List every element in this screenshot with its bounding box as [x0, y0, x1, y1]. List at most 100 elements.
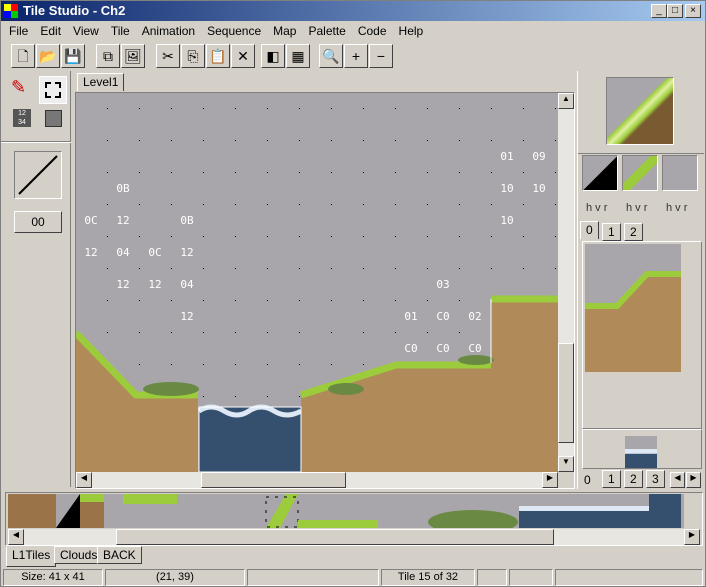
tileset-scroll-thumb[interactable]	[116, 529, 554, 545]
sequence-tab-3[interactable]: 3	[646, 470, 665, 488]
map-tile-label: 10	[532, 182, 546, 195]
map-tile-label: 04	[116, 246, 130, 259]
save-button[interactable]: 💾	[61, 44, 85, 68]
grid-button[interactable]: ▦	[286, 44, 310, 68]
divider	[1, 141, 71, 143]
tool-panel: ✎ 12 34 00	[1, 71, 71, 487]
pattern-tab-1[interactable]: 1	[602, 223, 621, 241]
scroll-up-arrow[interactable]: ▲	[558, 93, 574, 109]
select-tool-button[interactable]	[39, 76, 67, 104]
map-tile-label: 12	[116, 214, 130, 227]
menu-sequence[interactable]: Sequence	[201, 21, 267, 41]
sequence-tab-1[interactable]: 1	[602, 470, 621, 488]
scroll-right-arrow[interactable]: ▶	[684, 529, 700, 545]
pencil-icon[interactable]: ✎	[11, 77, 26, 98]
menu-code[interactable]: Code	[352, 21, 393, 41]
map-tile-label: 10	[500, 214, 514, 227]
selection-icon	[45, 82, 61, 98]
menu-animation[interactable]: Animation	[136, 21, 201, 41]
tileset-panel[interactable]: ◀ ▶	[5, 492, 703, 546]
zoom-in-button[interactable]: +	[344, 44, 368, 68]
line-tool-preview[interactable]	[14, 151, 62, 199]
fill-color-icon[interactable]	[45, 110, 62, 127]
new-button[interactable]: 🗋	[11, 44, 35, 68]
flip-options-3[interactable]: h v r	[666, 202, 687, 214]
flip-options-1[interactable]: h v r	[586, 202, 607, 214]
copy-button[interactable]: ⎘	[181, 44, 205, 68]
map-tile-label: C0	[404, 342, 418, 355]
horizontal-scroll-thumb[interactable]	[201, 472, 346, 488]
copy-tile-button[interactable]: ⧉	[96, 44, 120, 68]
status-tile: Tile 15 of 32	[381, 569, 475, 586]
scroll-left-arrow[interactable]: ◀	[76, 472, 92, 488]
map-tile-label: 09	[532, 150, 546, 163]
tab-back[interactable]: BACK	[97, 546, 142, 564]
tab-clouds[interactable]: Clouds	[54, 546, 104, 564]
menu-palette[interactable]: Palette	[302, 21, 351, 41]
tile-slot-1[interactable]	[582, 155, 618, 191]
menu-file[interactable]: File	[3, 21, 34, 41]
map-tile-label: 12	[148, 278, 162, 291]
zoom-button[interactable]: 🔍	[319, 44, 343, 68]
map-tile-label: 12	[180, 310, 194, 323]
import-button[interactable]: 🖼	[121, 44, 145, 68]
sequence-tab-2[interactable]: 2	[624, 470, 643, 488]
tab-level1[interactable]: Level1	[77, 73, 125, 91]
map-tile-label: 01	[500, 150, 514, 163]
value-button[interactable]: 00	[14, 211, 62, 233]
tileset-scrollbar[interactable]: ◀ ▶	[8, 529, 700, 545]
menu-map[interactable]: Map	[267, 21, 302, 41]
current-tile-preview	[606, 77, 674, 145]
map-editor[interactable]: 01 09 0B 10 10 0C 12 0B 10 12 04 0C 12 12 12 04 03 12 01 C0…	[75, 92, 575, 489]
sequence-preview	[625, 436, 657, 468]
vertical-scrollbar[interactable]: ▲ ▼	[558, 93, 574, 472]
tile-slot-3[interactable]	[662, 155, 698, 191]
menu-edit[interactable]: Edit	[34, 21, 67, 41]
tile-number-icon[interactable]: 12 34	[13, 109, 31, 127]
flip-options-2[interactable]: h v r	[626, 202, 647, 214]
horizontal-scrollbar[interactable]: ◀ ▶	[76, 472, 558, 488]
paste-button[interactable]: 📋	[206, 44, 230, 68]
cut-button[interactable]: ✂	[156, 44, 180, 68]
pattern-tab-0[interactable]: 0	[580, 221, 599, 239]
map-tile-label: 12	[180, 246, 194, 259]
menu-help[interactable]: Help	[393, 21, 430, 41]
maximize-button[interactable]: □	[667, 4, 683, 18]
pattern-tab-2[interactable]: 2	[624, 223, 643, 241]
vertical-scroll-thumb[interactable]	[558, 343, 574, 443]
window-title: Tile Studio - Ch2	[23, 3, 126, 18]
map-tile-label: 01	[404, 310, 418, 323]
map-tile-label: 0B	[116, 182, 130, 195]
tab-scroll-left[interactable]: ◀	[670, 472, 685, 488]
minimize-button[interactable]: _	[651, 4, 667, 18]
tileset-strip[interactable]	[8, 494, 684, 528]
status-empty-2	[477, 569, 507, 586]
sequence-area[interactable]	[582, 429, 702, 469]
right-panel: h v r h v r h v r 0 1 2 0 1 2 3 ◀ ▶	[577, 71, 704, 489]
map-tile-label: 02	[468, 310, 482, 323]
zoom-out-button[interactable]: −	[369, 44, 393, 68]
map-tile-label: 10	[500, 182, 514, 195]
status-empty-1	[247, 569, 379, 586]
scroll-down-arrow[interactable]: ▼	[558, 456, 574, 472]
delete-button[interactable]: ✕	[231, 44, 255, 68]
line-icon	[18, 155, 58, 195]
sequence-tab-0[interactable]: 0	[584, 473, 591, 487]
scroll-left-arrow[interactable]: ◀	[8, 529, 24, 545]
close-button[interactable]: ×	[685, 4, 701, 18]
tab-l1tiles[interactable]: L1Tiles	[6, 547, 57, 567]
layer-button[interactable]: ◧	[261, 44, 285, 68]
menu-bar: File Edit View Tile Animation Sequence Map Pale…	[1, 21, 429, 41]
menu-view[interactable]: View	[67, 21, 105, 41]
open-button[interactable]: 📂	[36, 44, 60, 68]
map-tile-label: 12	[116, 278, 130, 291]
scroll-right-arrow[interactable]: ▶	[542, 472, 558, 488]
status-empty-3	[509, 569, 553, 586]
map-tile-label: C0	[436, 342, 450, 355]
tile-slot-2[interactable]	[622, 155, 658, 191]
tab-scroll-right[interactable]: ▶	[686, 472, 701, 488]
map-tile-label: 0C	[148, 246, 162, 259]
menu-tile[interactable]: Tile	[105, 21, 136, 41]
pattern-area[interactable]	[582, 241, 702, 429]
status-empty-4	[555, 569, 703, 586]
